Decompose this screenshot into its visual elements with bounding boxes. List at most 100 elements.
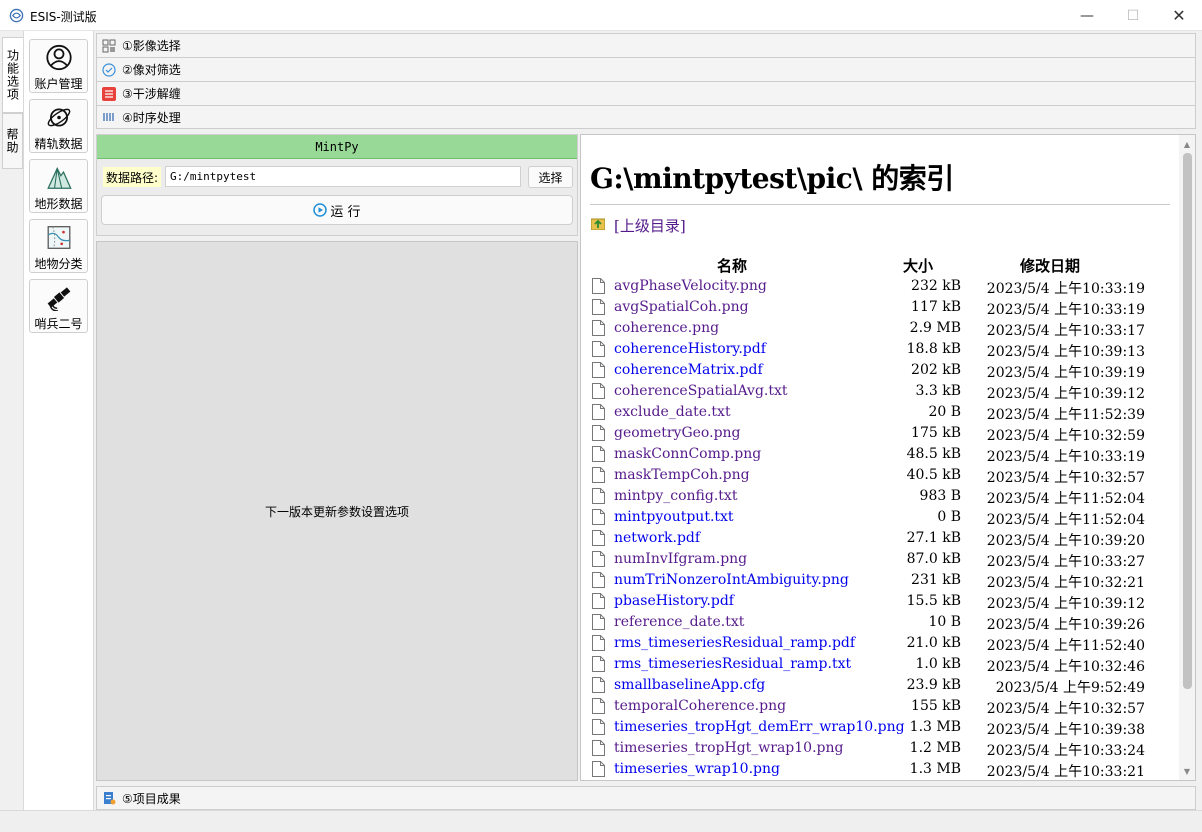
- file-row: maskTempCoh.png 40.5 kB 2023/5/4 上午10:32:5…: [581, 465, 1179, 486]
- tab-help[interactable]: 帮助: [2, 113, 23, 169]
- window-title: ESIS-测试版: [30, 10, 97, 24]
- sentinel-2-button[interactable]: 哨兵二号: [29, 279, 88, 333]
- terrain-data-button[interactable]: 地形数据: [29, 159, 88, 213]
- file-date: 2023/5/4 上午10:32:57: [986, 701, 1145, 717]
- file-name-link[interactable]: reference_date.txt: [614, 614, 744, 630]
- column-header-name[interactable]: 名称: [717, 255, 747, 276]
- minimize-button[interactable]: —: [1064, 0, 1110, 31]
- precise-orbit-button[interactable]: 精轨数据: [29, 99, 88, 153]
- app-logo-icon: [9, 8, 24, 23]
- file-icon: [592, 614, 605, 630]
- file-name-link[interactable]: rms_timeseriesResidual_ramp.txt: [614, 656, 851, 672]
- file-size: 40.5 kB: [906, 467, 961, 483]
- file-size: 1.0 kB: [915, 656, 962, 672]
- title-divider: [590, 204, 1170, 205]
- vertical-tab-bar: 功能选项 帮助: [0, 31, 24, 810]
- precise-orbit-label: 精轨数据: [34, 137, 83, 151]
- file-size: 202 kB: [911, 362, 961, 378]
- file-name-link[interactable]: temporalCoherence.png: [614, 698, 786, 714]
- file-name-link[interactable]: coherenceSpatialAvg.txt: [614, 383, 788, 399]
- section-pair-filter[interactable]: ②像对筛选: [96, 57, 1196, 81]
- file-name-link[interactable]: timeseries_tropHgt_wrap10.png: [614, 740, 843, 756]
- file-date: 2023/5/4 上午10:33:19: [986, 449, 1145, 465]
- file-size: 983 B: [919, 488, 961, 504]
- section-interference-unwrap-label: ③干涉解缠: [122, 87, 181, 101]
- file-name-link[interactable]: coherence.png: [614, 320, 719, 336]
- classification-icon: [47, 226, 70, 249]
- file-name-link[interactable]: mintpyoutput.txt: [614, 509, 734, 525]
- file-name-link[interactable]: network.pdf: [614, 530, 700, 546]
- file-icon: [592, 719, 605, 735]
- file-row: rms_timeseriesResidual_ramp.txt 1.0 kB 202…: [581, 654, 1179, 675]
- file-row: coherenceMatrix.pdf 202 kB 2023/5/4 上午10:3…: [581, 360, 1179, 381]
- file-name-link[interactable]: rms_timeseriesResidual_ramp.pdf: [614, 635, 855, 651]
- maximize-button[interactable]: ☐: [1110, 0, 1156, 31]
- file-size: 10 B: [928, 614, 961, 630]
- file-name-link[interactable]: maskConnComp.png: [614, 446, 761, 462]
- choose-button[interactable]: 选择: [528, 166, 573, 188]
- parent-directory-link[interactable]: [上级目录]: [614, 215, 686, 236]
- file-name-link[interactable]: maskTempCoh.png: [614, 467, 750, 483]
- close-button[interactable]: ✕: [1156, 0, 1202, 31]
- file-name-link[interactable]: numInvIfgram.png: [614, 551, 747, 567]
- file-row: network.pdf 27.1 kB 2023/5/4 上午10:39:20: [581, 528, 1179, 549]
- file-index-view: G:\mintpytest\pic\ 的索引 [上级目录] 名称 大小 修改日期…: [580, 134, 1196, 781]
- file-date: 2023/5/4 上午10:39:13: [986, 344, 1145, 360]
- column-header-size[interactable]: 大小: [903, 255, 933, 276]
- file-icon: [592, 362, 605, 378]
- circle-check-icon: [102, 62, 116, 77]
- file-size: 3.3 kB: [915, 383, 962, 399]
- file-size: 87.0 kB: [906, 551, 961, 567]
- file-name-link[interactable]: geometryGeo.png: [614, 425, 741, 441]
- file-name-link[interactable]: numTriNonzeroIntAmbiguity.png: [614, 572, 849, 588]
- file-name-link[interactable]: avgPhaseVelocity.png: [614, 278, 767, 294]
- file-date: 2023/5/4 上午10:33:19: [986, 302, 1145, 318]
- scroll-up-arrow-icon[interactable]: ▲: [1179, 137, 1195, 151]
- user-icon: [45, 44, 72, 71]
- file-size: 0 B: [937, 509, 961, 525]
- file-index-content: G:\mintpytest\pic\ 的索引 [上级目录] 名称 大小 修改日期…: [581, 135, 1179, 780]
- section-interference-unwrap[interactable]: ③干涉解缠: [96, 81, 1196, 105]
- land-classification-button[interactable]: 地物分类: [29, 219, 88, 273]
- file-date: 2023/5/4 上午10:32:59: [986, 428, 1145, 444]
- file-name-link[interactable]: avgSpatialCoh.png: [614, 299, 749, 315]
- scroll-down-arrow-icon[interactable]: ▼: [1179, 764, 1195, 778]
- section-image-selection[interactable]: ①影像选择: [96, 33, 1196, 57]
- file-date: 2023/5/4 上午11:52:40: [986, 638, 1145, 654]
- section-project-results[interactable]: ⑤项目成果: [96, 786, 1196, 810]
- file-icon: [592, 278, 605, 294]
- file-row: timeseries_tropHgt_wrap10.png 1.2 MB 2023/…: [581, 738, 1179, 759]
- account-management-button[interactable]: 账户管理: [29, 39, 88, 93]
- file-date: 2023/5/4 上午11:52:04: [986, 491, 1145, 507]
- file-name-link[interactable]: mintpy_config.txt: [614, 488, 737, 504]
- file-name-link[interactable]: coherenceMatrix.pdf: [614, 362, 763, 378]
- file-name-link[interactable]: coherenceHistory.pdf: [614, 341, 766, 357]
- file-name-link[interactable]: pbaseHistory.pdf: [614, 593, 734, 609]
- file-name-link[interactable]: timeseries_tropHgt_demErr_wrap10.png: [614, 719, 905, 735]
- run-button[interactable]: 运 行: [101, 195, 573, 225]
- file-row: mintpyoutput.txt 0 B 2023/5/4 上午11:52:04: [581, 507, 1179, 528]
- file-date: 2023/5/4 上午10:39:26: [986, 617, 1145, 633]
- index-title: G:\mintpytest\pic\ 的索引: [590, 162, 954, 195]
- file-size: 232 kB: [911, 278, 961, 294]
- vertical-scrollbar[interactable]: ▲ ▼: [1179, 135, 1195, 780]
- data-path-input[interactable]: G:/mintpytest: [165, 166, 521, 187]
- file-size: 2.9 MB: [909, 320, 961, 336]
- section-project-results-label: ⑤项目成果: [122, 791, 181, 806]
- file-size: 231 kB: [911, 572, 961, 588]
- file-date: 2023/5/4 上午10:39:12: [986, 596, 1145, 612]
- sentinel-2-label: 哨兵二号: [34, 317, 83, 331]
- file-name-link[interactable]: smallbaselineApp.cfg: [614, 677, 765, 693]
- file-date: 2023/5/4 上午10:33:17: [986, 323, 1145, 339]
- scroll-thumb[interactable]: [1183, 153, 1192, 689]
- column-header-date[interactable]: 修改日期: [1020, 255, 1080, 276]
- file-icon: [592, 467, 605, 483]
- file-row: mintpy_config.txt 983 B 2023/5/4 上午11:52:0…: [581, 486, 1179, 507]
- file-row: coherence.png 2.9 MB 2023/5/4 上午10:33:17: [581, 318, 1179, 339]
- file-date: 2023/5/4 上午10:33:19: [986, 281, 1145, 297]
- land-classification-label: 地物分类: [34, 257, 83, 271]
- section-time-series[interactable]: ④时序处理: [96, 105, 1196, 129]
- tab-function-options[interactable]: 功能选项: [2, 37, 23, 113]
- file-name-link[interactable]: timeseries_wrap10.png: [614, 761, 780, 777]
- file-name-link[interactable]: exclude_date.txt: [614, 404, 731, 420]
